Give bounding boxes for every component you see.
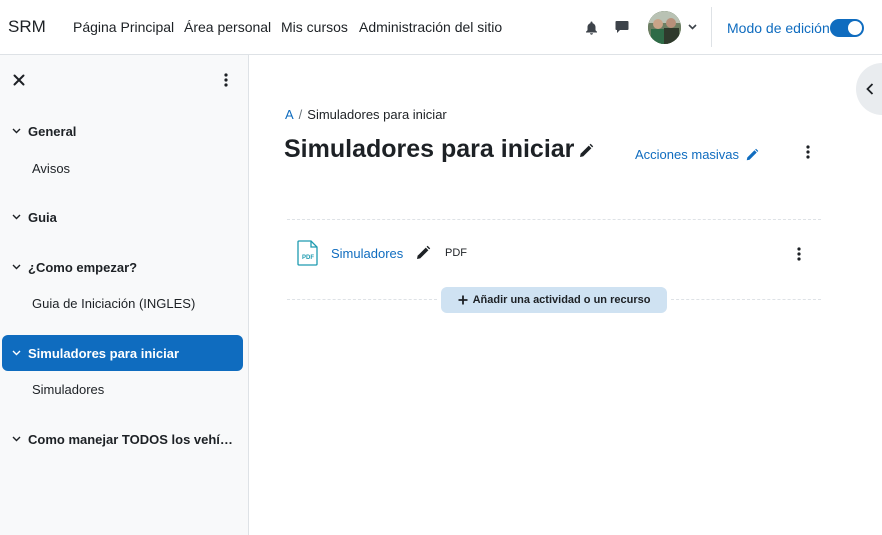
section-label: Simuladores para iniciar — [28, 345, 180, 361]
site-brand[interactable]: SRM — [8, 17, 46, 37]
add-activity-label: Añadir una actividad o un recurso — [472, 294, 651, 306]
course-section-general[interactable]: General — [2, 113, 243, 149]
divider — [287, 299, 437, 300]
course-section-como-empezar[interactable]: ¿Como empezar? — [2, 249, 243, 285]
plus-icon — [458, 295, 468, 305]
kebab-menu-icon[interactable] — [800, 144, 816, 160]
kebab-menu-icon[interactable] — [218, 72, 234, 88]
chevron-down-icon[interactable] — [2, 128, 28, 134]
chevron-left-icon — [866, 83, 874, 95]
activity-link-simuladores[interactable]: Simuladores — [331, 246, 403, 261]
user-avatar[interactable] — [648, 11, 681, 44]
top-navbar: SRM Página Principal Área personal Mis c… — [0, 0, 882, 55]
section-label: ¿Como empezar? — [28, 259, 138, 275]
nav-link-site-admin[interactable]: Administración del sitio — [359, 19, 502, 35]
pencil-icon[interactable] — [578, 143, 594, 159]
course-item-simuladores[interactable]: Simuladores — [32, 382, 104, 397]
close-icon[interactable] — [11, 72, 27, 88]
breadcrumb: A / Simuladores para iniciar — [285, 107, 447, 122]
breadcrumb-current: Simuladores para iniciar — [307, 107, 447, 122]
section-label: Guia — [28, 209, 57, 225]
navbar-divider — [711, 7, 712, 47]
course-section-simuladores[interactable]: Simuladores para iniciar — [2, 335, 243, 371]
bulk-actions-label: Acciones masivas — [635, 147, 740, 162]
add-activity-button[interactable]: Añadir una actividad o un recurso — [441, 287, 667, 313]
svg-text:PDF: PDF — [302, 255, 314, 261]
activity-type-badge: PDF — [445, 247, 467, 259]
section-label: General — [28, 123, 77, 139]
chevron-down-icon[interactable] — [2, 214, 28, 220]
course-item-avisos[interactable]: Avisos — [32, 161, 70, 176]
divider — [287, 219, 821, 220]
toggle-knob — [848, 21, 862, 35]
edit-mode-toggle[interactable] — [830, 19, 864, 37]
nav-link-home[interactable]: Página Principal — [73, 19, 174, 35]
nav-link-my-courses[interactable]: Mis cursos — [281, 19, 348, 35]
chevron-down-icon[interactable] — [686, 21, 698, 33]
chevron-down-icon[interactable] — [2, 264, 28, 270]
pencil-icon — [746, 148, 759, 160]
course-index-drawer: General Avisos Guia ¿Como empezar? Guia … — [0, 55, 249, 535]
page-title: Simuladores para iniciar — [284, 135, 575, 163]
pencil-icon[interactable] — [415, 245, 431, 261]
bell-icon[interactable] — [582, 19, 600, 37]
course-section-como-manejar[interactable]: Como manejar TODOS los vehículos — [2, 421, 243, 457]
kebab-menu-icon[interactable] — [791, 246, 807, 262]
breadcrumb-separator: / — [298, 107, 303, 122]
edit-mode-label: Modo de edición — [727, 20, 830, 36]
open-block-drawer-button[interactable] — [856, 63, 882, 115]
chevron-down-icon[interactable] — [2, 436, 28, 442]
chat-icon[interactable] — [613, 18, 631, 36]
bulk-actions-button[interactable]: Acciones masivas — [635, 147, 759, 162]
chevron-down-icon[interactable] — [2, 350, 28, 356]
pdf-file-icon: PDF — [297, 240, 319, 266]
section-label: Como manejar TODOS los vehículos — [28, 431, 238, 447]
nav-link-dashboard[interactable]: Área personal — [184, 19, 271, 35]
breadcrumb-course-link[interactable]: A — [285, 107, 294, 122]
divider — [671, 299, 821, 300]
course-section-guia[interactable]: Guia — [2, 199, 243, 235]
course-item-guia-iniciacion[interactable]: Guia de Iniciación (INGLES) — [32, 296, 195, 311]
